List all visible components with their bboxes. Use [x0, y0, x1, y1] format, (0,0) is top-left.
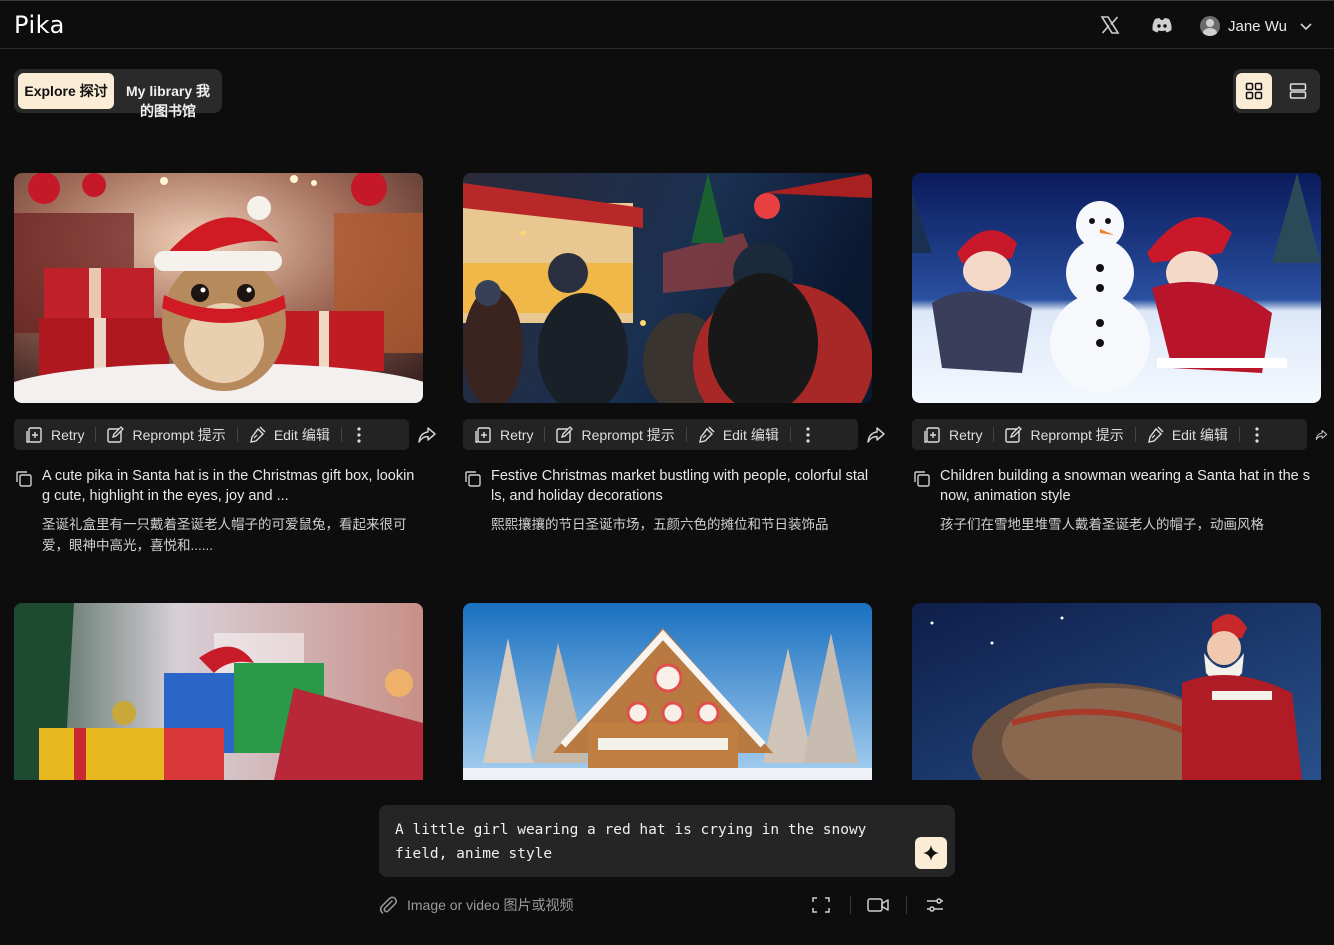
- paperclip-icon: [379, 896, 397, 914]
- edit-label: Edit 编辑: [273, 426, 330, 443]
- list-icon: [1289, 83, 1307, 99]
- chevron-down-icon: [1300, 23, 1312, 31]
- caption-english: Festive Christmas market bustling with p…: [491, 468, 869, 504]
- reprompt-label: Reprompt 提示: [132, 426, 226, 443]
- divider: [906, 896, 907, 914]
- tab-library-line2: 的图书馆: [140, 103, 196, 119]
- pencil-square-icon: [107, 425, 125, 443]
- card-toolbar: Retry Reprompt 提示 Edit 编辑: [912, 419, 1307, 450]
- video-thumbnail[interactable]: [14, 173, 423, 403]
- share-icon[interactable]: [1315, 426, 1328, 444]
- caption-chinese: 圣诞礼盒里有一只戴着圣诞老人帽子的可爱鼠兔，看起来很可爱，眼神中高光，喜悦和..…: [42, 517, 407, 553]
- reprompt-button[interactable]: Reprompt 提示: [993, 419, 1134, 450]
- copy-icon[interactable]: [912, 469, 932, 489]
- avatar: [1200, 16, 1220, 36]
- copy-icon[interactable]: [463, 469, 483, 489]
- retry-icon: [26, 426, 42, 443]
- more-vertical-icon: [357, 426, 361, 443]
- aspect-ratio-button[interactable]: [810, 894, 832, 916]
- settings-button[interactable]: [924, 894, 946, 916]
- reprompt-button[interactable]: Reprompt 提示: [95, 419, 236, 450]
- video-camera-icon: [867, 898, 889, 912]
- share-icon[interactable]: [417, 426, 437, 444]
- tab-switcher: Explore 探讨 My library 我 的图书馆: [14, 69, 222, 119]
- attach-label: Image or video 图片或视频: [407, 897, 574, 913]
- tab-my-library[interactable]: My library 我 的图书馆: [118, 81, 218, 121]
- card-toolbar: Retry Reprompt 提示 Edit 编辑: [14, 419, 409, 450]
- edit-button[interactable]: Edit 编辑: [685, 419, 790, 450]
- retry-button[interactable]: Retry: [463, 419, 544, 450]
- copy-icon[interactable]: [14, 469, 34, 489]
- discord-icon[interactable]: [1150, 13, 1174, 37]
- list-view-button[interactable]: [1280, 73, 1316, 109]
- frame-corners-icon: [812, 897, 830, 913]
- edit-label: Edit 编辑: [1171, 426, 1228, 443]
- reprompt-label: Reprompt 提示: [1030, 426, 1124, 443]
- retry-button[interactable]: Retry: [14, 419, 95, 450]
- caption-english: A cute pika in Santa hat is in the Chris…: [42, 468, 415, 504]
- top-header: Pika Jane Wu: [0, 0, 1334, 49]
- video-thumbnail[interactable]: [912, 173, 1321, 403]
- pencil-square-icon: [1005, 425, 1023, 443]
- camera-control-button[interactable]: [867, 894, 889, 916]
- caption-chinese: 孩子们在雪地里堆雪人戴着圣诞老人的帽子，动画风格: [940, 517, 1264, 532]
- edit-label: Edit 编辑: [722, 426, 779, 443]
- brush-icon: [1147, 426, 1164, 443]
- edit-button[interactable]: Edit 编辑: [236, 419, 341, 450]
- pencil-square-icon: [556, 425, 574, 443]
- video-thumbnail[interactable]: [463, 173, 872, 403]
- grid-icon: [1245, 82, 1263, 100]
- card-toolbar: Retry Reprompt 提示 Edit 编辑: [463, 419, 858, 450]
- caption-chinese: 熙熙攘攘的节日圣诞市场，五颜六色的摊位和节日装饰品: [491, 517, 829, 532]
- pika-logo[interactable]: Pika: [14, 11, 65, 39]
- tab-library-line1: My library 我: [125, 83, 211, 99]
- view-toggle: [1233, 69, 1320, 113]
- retry-label: Retry: [949, 426, 983, 443]
- brush-icon: [249, 426, 266, 443]
- sliders-icon: [927, 898, 943, 912]
- video-thumbnail[interactable]: [912, 603, 1321, 780]
- retry-label: Retry: [500, 426, 534, 443]
- retry-icon: [475, 426, 491, 443]
- video-thumbnail[interactable]: [463, 603, 872, 780]
- brush-icon: [698, 426, 715, 443]
- retry-button[interactable]: Retry: [912, 419, 993, 450]
- more-vertical-icon: [1255, 426, 1259, 443]
- divider: [850, 896, 851, 914]
- more-vertical-icon: [806, 426, 810, 443]
- user-menu[interactable]: Jane Wu: [1200, 14, 1313, 38]
- caption-english: Children building a snowman wearing a Sa…: [940, 468, 1310, 504]
- edit-button[interactable]: Edit 编辑: [1134, 419, 1239, 450]
- more-options-button[interactable]: [1238, 419, 1275, 450]
- prompt-input-box[interactable]: A little girl wearing a red hat is cryin…: [379, 805, 955, 877]
- retry-label: Retry: [51, 426, 85, 443]
- video-thumbnail[interactable]: [14, 603, 423, 780]
- sparkle-icon: [923, 845, 939, 861]
- reprompt-label: Reprompt 提示: [581, 426, 675, 443]
- prompt-input[interactable]: A little girl wearing a red hat is cryin…: [395, 818, 915, 866]
- x-logo-icon[interactable]: [1098, 13, 1122, 37]
- generate-button[interactable]: [915, 837, 947, 869]
- reprompt-button[interactable]: Reprompt 提示: [544, 419, 685, 450]
- more-options-button[interactable]: [340, 419, 377, 450]
- attach-media-button[interactable]: Image or video 图片或视频: [378, 894, 574, 916]
- retry-icon: [924, 426, 940, 443]
- more-options-button[interactable]: [789, 419, 826, 450]
- tab-explore[interactable]: Explore 探讨: [18, 73, 114, 109]
- share-icon[interactable]: [866, 426, 886, 444]
- user-name: Jane Wu: [1228, 17, 1287, 35]
- grid-view-button[interactable]: [1236, 73, 1272, 109]
